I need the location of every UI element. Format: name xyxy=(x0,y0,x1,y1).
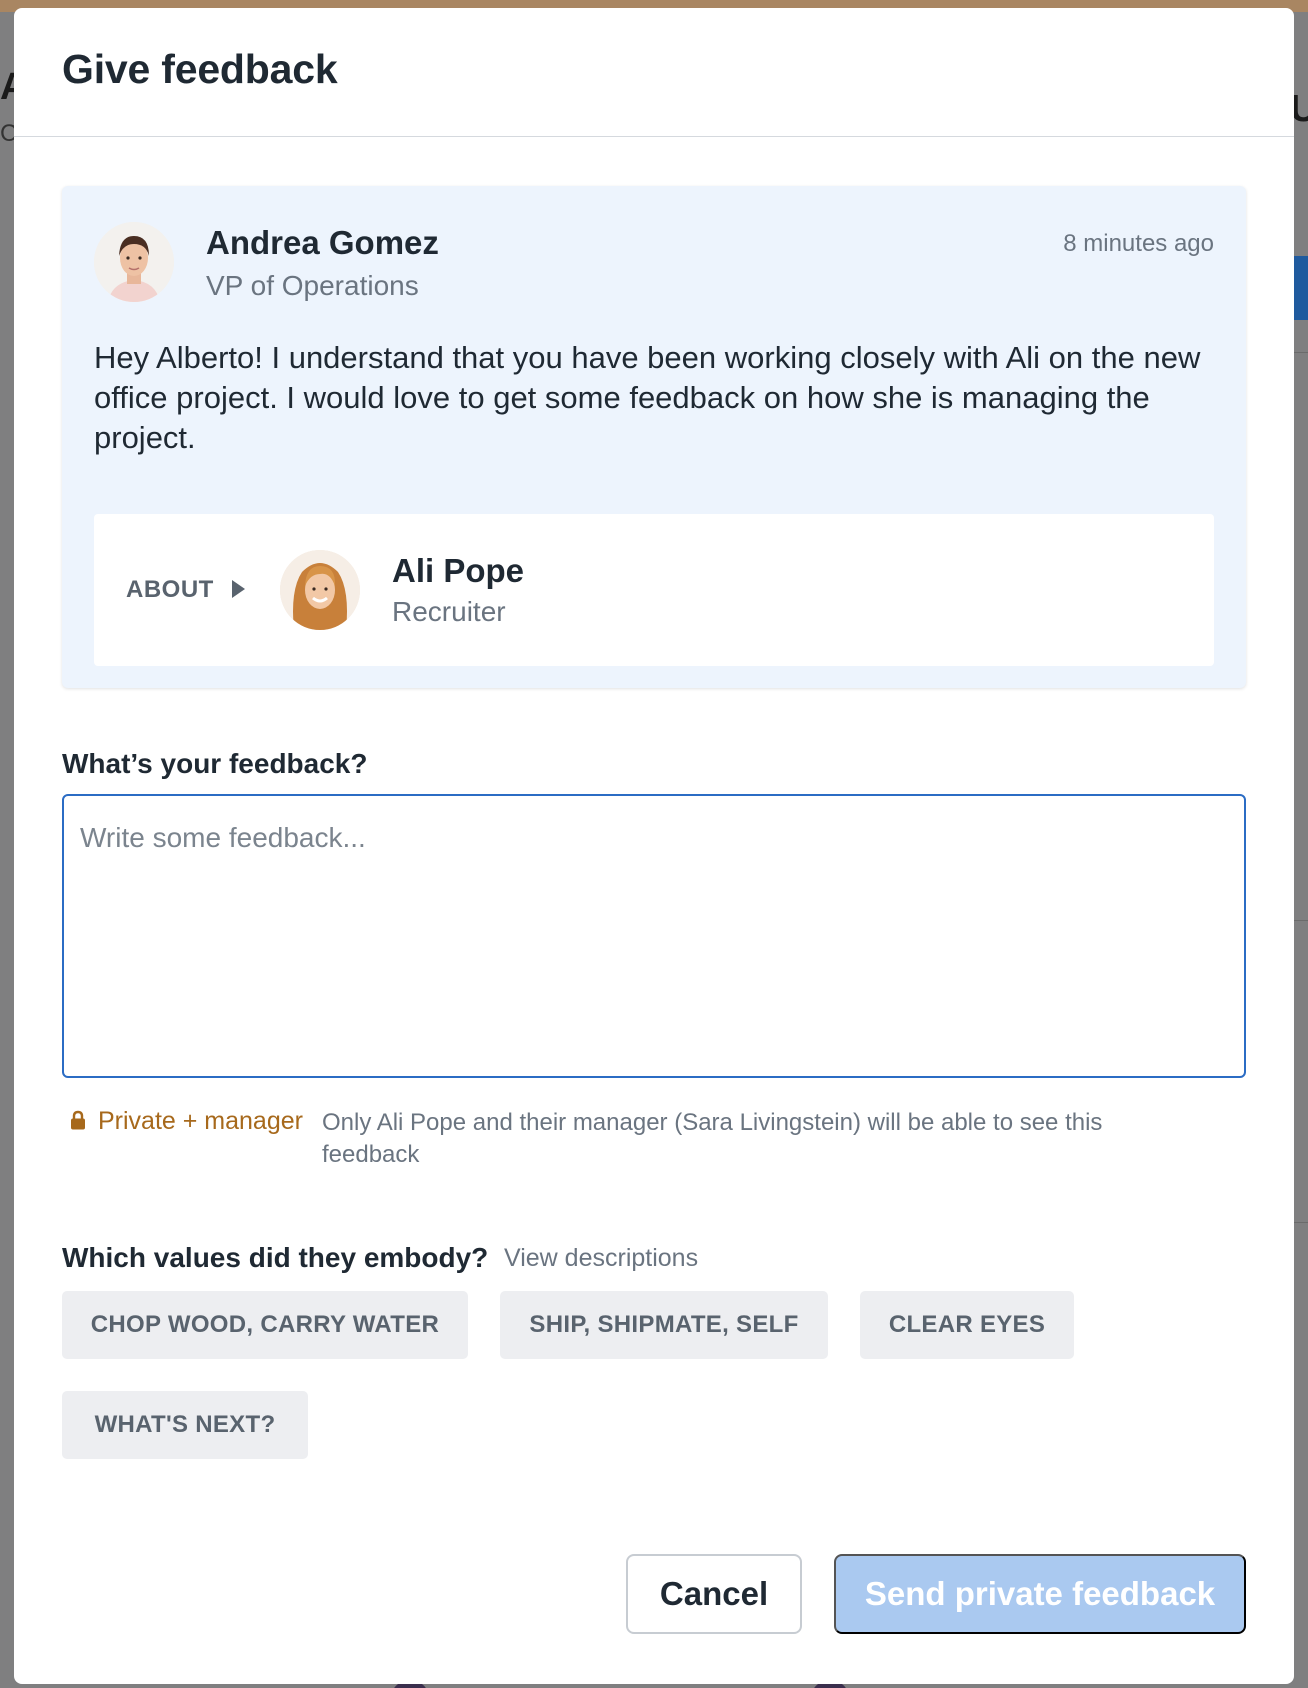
subject-name: Ali Pope xyxy=(392,552,525,589)
privacy-level: Private + manager xyxy=(98,1107,303,1135)
give-feedback-modal: Give feedback Andrea Gomez VP of Operati… xyxy=(14,8,1294,1684)
backdrop-divider xyxy=(1294,1222,1308,1223)
request-message: Hey Alberto! I understand that you have … xyxy=(94,340,1201,455)
about-subject-box: ABOUT Ali Pope Recruiter xyxy=(94,514,1214,666)
value-chip[interactable]: CLEAR EYES xyxy=(860,1291,1074,1359)
requester-avatar xyxy=(94,222,174,302)
feedback-label: What’s your feedback? xyxy=(62,748,368,779)
values-label: Which values did they embody? xyxy=(62,1242,489,1273)
view-descriptions-link[interactable]: View descriptions xyxy=(504,1244,698,1273)
value-chip[interactable]: WHAT'S NEXT? xyxy=(62,1391,308,1459)
feedback-textarea[interactable] xyxy=(62,794,1246,1078)
modal-header: Give feedback xyxy=(14,8,1294,137)
backdrop-button xyxy=(1294,256,1308,320)
privacy-description: Only Ali Pope and their manager (Sara Li… xyxy=(322,1109,1103,1168)
cancel-button[interactable]: Cancel xyxy=(626,1554,802,1634)
value-chip[interactable]: CHOP WOOD, CARRY WATER xyxy=(62,1291,468,1359)
requester-name: Andrea Gomez xyxy=(206,224,439,261)
subject-avatar xyxy=(280,550,360,630)
backdrop-divider xyxy=(1294,352,1308,353)
subject-role: Recruiter xyxy=(392,596,506,627)
requester-role: VP of Operations xyxy=(206,270,419,301)
value-chip[interactable]: SHIP, SHIPMATE, SELF xyxy=(500,1291,828,1359)
about-label: ABOUT xyxy=(126,576,214,603)
lock-icon xyxy=(70,1110,86,1130)
backdrop-divider xyxy=(1294,920,1308,921)
modal-title: Give feedback xyxy=(62,46,338,92)
feedback-request-card: Andrea Gomez VP of Operations 8 minutes … xyxy=(62,186,1246,688)
request-timestamp: 8 minutes ago xyxy=(1063,230,1214,257)
send-private-feedback-button[interactable]: Send private feedback xyxy=(834,1554,1246,1634)
caret-right-icon xyxy=(232,580,245,598)
